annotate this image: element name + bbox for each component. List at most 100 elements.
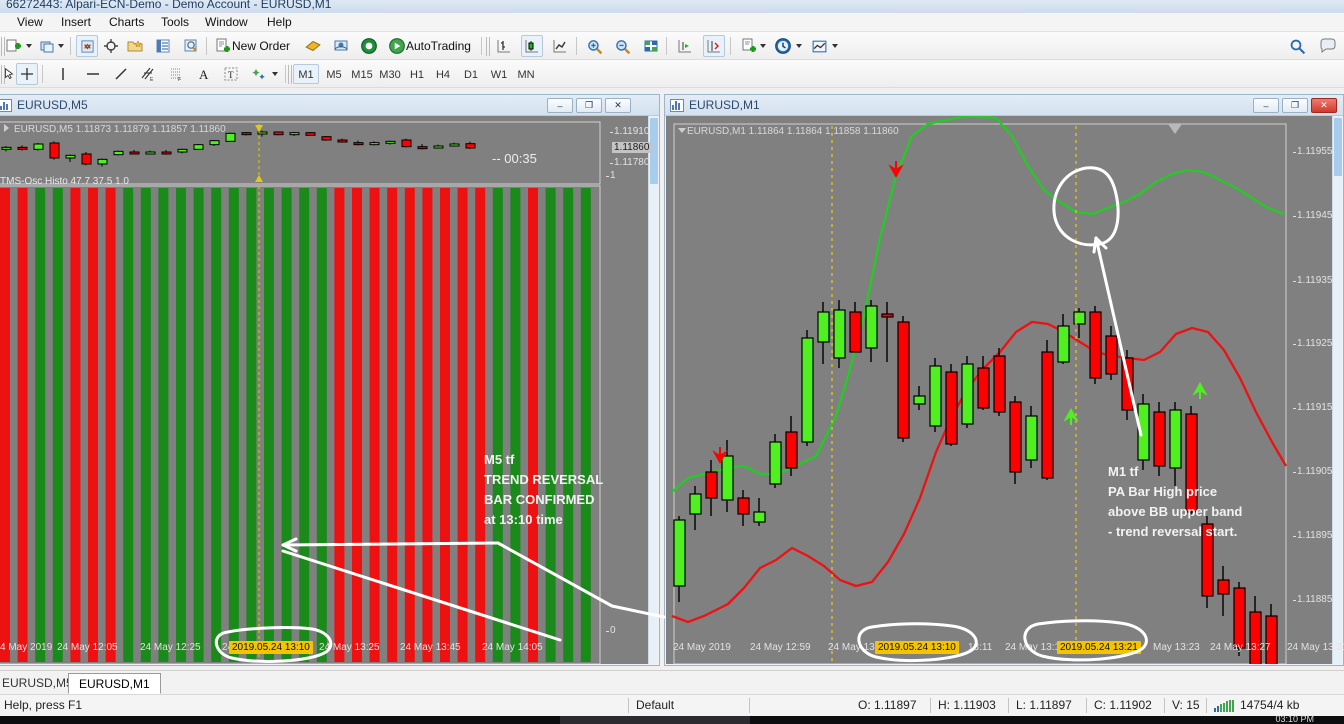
new-order-icon[interactable] xyxy=(212,35,234,57)
m1-time-tick: 24 May 12:59 xyxy=(750,642,811,653)
timeframe-m15[interactable]: M15 xyxy=(347,64,377,84)
status-separator xyxy=(1206,698,1207,713)
zoom-in-icon[interactable] xyxy=(583,35,605,57)
m1-price-tick: 1.11885 xyxy=(1292,594,1333,605)
timeframe-h4[interactable]: H4 xyxy=(431,64,455,84)
auto-scroll-icon[interactable] xyxy=(674,35,696,57)
chart-shift-icon[interactable] xyxy=(703,35,725,57)
m1-annotation-line-2: PA Bar High price xyxy=(1108,484,1218,499)
equidistant-channel-icon[interactable]: E xyxy=(137,63,159,85)
m5-bar-countdown: -- 00:35 xyxy=(492,151,537,166)
m1-price-tick: 1.11915 xyxy=(1292,402,1333,413)
indicators-dropdown-icon[interactable] xyxy=(760,44,766,48)
status-separator xyxy=(749,698,750,713)
m5-minimize-button[interactable]: – xyxy=(547,98,573,113)
chart-window-icon xyxy=(0,99,12,112)
line-studies-toolbar: E F A T M1 M5 M15 M30 H1 H4 D1 W1 MN xyxy=(0,60,1344,88)
m1-crosshair-time-tag-1: 2019.05.24 13:10 xyxy=(875,641,959,654)
menu-item-window[interactable]: Window xyxy=(200,15,253,30)
text-icon[interactable]: A xyxy=(193,63,215,85)
m1-scroll-thumb[interactable] xyxy=(1334,118,1342,176)
shapes-dropdown-icon[interactable] xyxy=(272,72,278,76)
bar-chart-icon[interactable] xyxy=(493,35,515,57)
timeframe-d1[interactable]: D1 xyxy=(459,64,483,84)
m5-close-button[interactable]: ✕ xyxy=(605,98,631,113)
chart-window-eurusd-m1[interactable]: EURUSD,M1 – ❐ ✕ xyxy=(664,94,1344,666)
taskbar-window-button[interactable] xyxy=(560,716,750,724)
toolbar-separator xyxy=(730,37,731,55)
periods-icon[interactable] xyxy=(772,35,794,57)
crosshair-tool-icon[interactable] xyxy=(16,63,38,85)
autotrading-button[interactable]: AutoTrading xyxy=(406,39,471,53)
status-help-hint: Help, press F1 xyxy=(4,698,83,712)
timeframe-m1[interactable]: M1 xyxy=(293,64,319,84)
market-watch-icon[interactable] xyxy=(76,35,98,57)
search-icon[interactable] xyxy=(1286,35,1308,57)
profiles-icon[interactable] xyxy=(36,35,58,57)
m5-chart-plot xyxy=(0,121,601,664)
toolbar-grip[interactable] xyxy=(486,37,491,56)
shapes-icon[interactable] xyxy=(248,63,270,85)
m1-restore-button[interactable]: ❐ xyxy=(1282,98,1308,113)
m1-close-button[interactable]: ✕ xyxy=(1311,98,1337,113)
status-separator xyxy=(628,698,629,713)
navigator-icon[interactable] xyxy=(124,35,146,57)
m1-price-tick: 1.11925 xyxy=(1292,338,1333,349)
timeframe-m30[interactable]: M30 xyxy=(375,64,405,84)
network-signal-icon xyxy=(1214,700,1234,712)
mql5-community-icon[interactable] xyxy=(330,35,352,57)
m5-symbol-header: EURUSD,M5 1.11873 1.11879 1.11857 1.1186… xyxy=(14,124,226,135)
m1-annotation-line-4: - trend reversal start. xyxy=(1108,524,1238,539)
vertical-line-icon[interactable] xyxy=(52,63,74,85)
m5-chart-canvas[interactable] xyxy=(0,116,648,664)
tab-eurusd-m1[interactable]: EURUSD,M1 xyxy=(68,673,161,694)
status-separator xyxy=(1086,698,1087,713)
menu-item-insert[interactable]: Insert xyxy=(56,15,96,30)
timeframe-h1[interactable]: H1 xyxy=(405,64,429,84)
m5-restore-button[interactable]: ❐ xyxy=(576,98,602,113)
templates-dropdown-icon[interactable] xyxy=(832,44,838,48)
horizontal-line-icon[interactable] xyxy=(82,63,104,85)
timeframe-m5[interactable]: M5 xyxy=(321,64,347,84)
new-chart-icon[interactable] xyxy=(3,35,25,57)
line-chart-icon[interactable] xyxy=(549,35,571,57)
trendline-icon[interactable] xyxy=(110,63,132,85)
status-separator xyxy=(1008,698,1009,713)
status-bar: Help, press F1 Default O: 1.11897 H: 1.1… xyxy=(0,694,1344,716)
help-icon[interactable] xyxy=(1317,35,1339,57)
menu-item-help[interactable]: Help xyxy=(262,15,297,30)
menu-item-view[interactable]: View xyxy=(12,15,48,30)
svg-text:E: E xyxy=(150,77,154,82)
m1-time-tick: 13:11 xyxy=(968,642,993,653)
m1-vertical-scrollbar[interactable] xyxy=(1332,116,1342,664)
terminal-icon[interactable] xyxy=(152,35,174,57)
signals-icon[interactable] xyxy=(358,35,380,57)
text-label-icon[interactable]: T xyxy=(220,63,242,85)
expert-advisors-icon[interactable] xyxy=(302,35,324,57)
m1-crosshair-time-tag-2: 2019.05.24 13:21 xyxy=(1057,641,1141,654)
timeframe-mn[interactable]: MN xyxy=(513,64,539,84)
templates-icon[interactable] xyxy=(808,35,830,57)
grid-icon[interactable] xyxy=(640,35,662,57)
periods-dropdown-icon[interactable] xyxy=(796,44,802,48)
indicators-icon[interactable] xyxy=(738,35,760,57)
data-window-icon[interactable] xyxy=(180,35,202,57)
new-chart-dropdown-icon[interactable] xyxy=(26,44,32,48)
m5-vertical-scrollbar[interactable] xyxy=(648,116,658,664)
new-order-button[interactable]: New Order xyxy=(232,39,290,53)
m1-minimize-button[interactable]: – xyxy=(1253,98,1279,113)
timeframe-w1[interactable]: W1 xyxy=(487,64,511,84)
candlestick-chart-icon[interactable] xyxy=(521,35,543,57)
m5-title-bar: EURUSD,M5 – ❐ ✕ xyxy=(0,95,659,116)
zoom-out-icon[interactable] xyxy=(611,35,633,57)
profiles-dropdown-icon[interactable] xyxy=(58,44,64,48)
m1-price-tick: 1.11905 xyxy=(1292,466,1333,477)
menu-item-charts[interactable]: Charts xyxy=(104,15,149,30)
autotrading-icon[interactable] xyxy=(386,35,408,57)
fibonacci-icon[interactable]: F xyxy=(165,63,187,85)
m1-chart-canvas[interactable] xyxy=(666,116,1332,664)
status-profile[interactable]: Default xyxy=(636,698,674,712)
m5-time-tick: 24 May 12:25 xyxy=(140,642,201,653)
crosshair-icon[interactable] xyxy=(100,35,122,57)
menu-item-tools[interactable]: Tools xyxy=(156,15,194,30)
